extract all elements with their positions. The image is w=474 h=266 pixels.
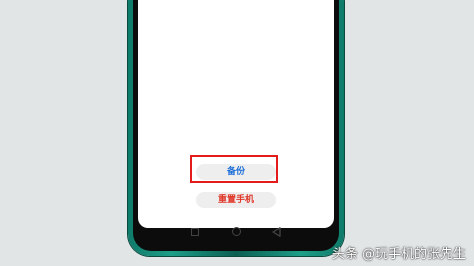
recent-apps-icon[interactable] <box>191 228 199 236</box>
back-icon[interactable] <box>272 227 281 237</box>
home-icon[interactable] <box>232 227 241 236</box>
watermark-text: 头条 @玩手机的张先生 <box>331 247 466 262</box>
highlight-box <box>190 155 278 183</box>
reset-phone-button[interactable]: 重置手机 <box>196 192 276 208</box>
navigation-bar <box>138 226 334 240</box>
